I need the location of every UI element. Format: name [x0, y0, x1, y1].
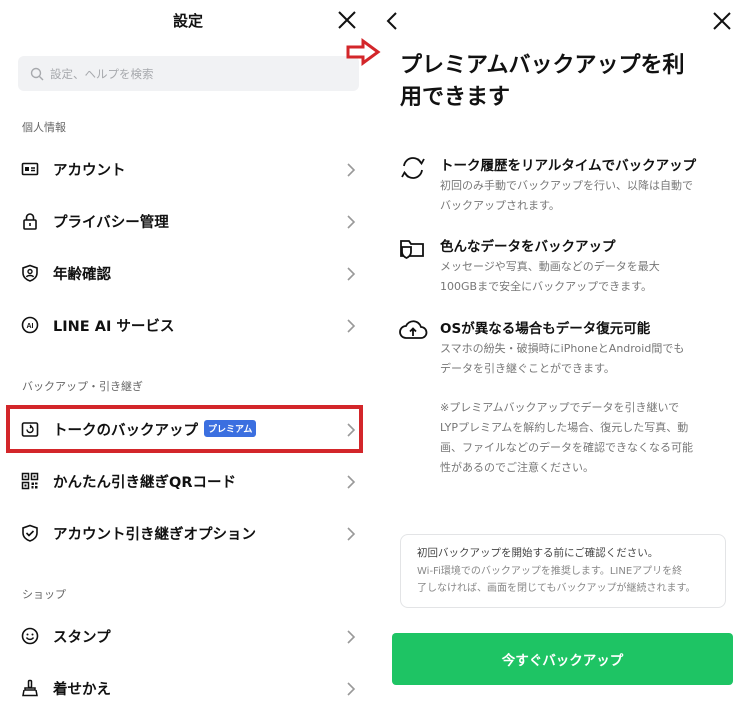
menu-label: トークのバックアップ プレミアム: [53, 419, 257, 440]
chevron-right-icon: [347, 475, 356, 489]
menu-label: スタンプ: [53, 629, 111, 646]
backup-now-button[interactable]: 今すぐバックアップ: [392, 633, 733, 685]
feature-cross-os: OSが異なる場合もデータ復元可能 スマホの紛失・破損時にiPhoneとAndro…: [376, 317, 752, 381]
feature-desc: 初回のみ手動でバックアップを行い、以降は自動で バックアップされます。: [440, 176, 730, 216]
section-backup: バックアップ・引き継ぎ: [22, 380, 143, 393]
chevron-right-icon: [347, 215, 356, 229]
smiley-icon: [21, 627, 39, 645]
menu-label: アカウント引き継ぎオプション: [53, 526, 256, 543]
note-line: 性があるのでご注意ください。: [440, 461, 594, 474]
menu-label: プライバシー管理: [53, 214, 169, 231]
lock-icon: [23, 213, 37, 230]
feature-various-data: 色んなデータをバックアップ メッセージや写真、動画などのデータを最大 100GB…: [376, 235, 752, 299]
note-line: LYPプレミアムを解約した場合、復元した写真、動: [440, 421, 689, 434]
menu-item-line-ai[interactable]: AI LINE AI サービス: [0, 299, 376, 351]
chevron-right-icon: [347, 630, 356, 644]
feature-realtime-backup: トーク履歴をリアルタイムでバックアップ 初回のみ手動でバックアップを行い、以降は…: [376, 154, 752, 218]
cloud-upload-icon: [399, 320, 428, 339]
premium-badge: プレミアム: [204, 420, 257, 437]
chevron-right-icon: [347, 319, 356, 333]
section-shop: ショップ: [22, 588, 66, 601]
feature-desc: スマホの紛失・破損時にiPhoneとAndroid間でも データを引き継ぐことが…: [440, 339, 730, 379]
menu-item-transfer-options[interactable]: アカウント引き継ぎオプション: [0, 507, 376, 559]
chevron-right-icon: [347, 682, 356, 696]
search-icon: [30, 67, 44, 80]
page-heading: プレミアムバックアップを利 用できます: [400, 50, 730, 114]
desc-line: スマホの紛失・破損時にiPhoneとAndroid間でも: [440, 342, 685, 355]
menu-label: LINE AI サービス: [53, 318, 175, 335]
ai-icon: AI: [21, 316, 39, 334]
menu-item-talk-backup[interactable]: トークのバックアップ プレミアム: [0, 403, 376, 455]
premium-note: ※プレミアムバックアップでデータを引き継いで LYPプレミアムを解約した場合、復…: [440, 398, 730, 478]
feature-title: OSが異なる場合もデータ復元可能: [440, 321, 651, 337]
menu-item-age-verification[interactable]: 年齢確認: [0, 247, 376, 299]
search-input[interactable]: 設定、ヘルプを検索: [18, 56, 359, 91]
note-line: ※プレミアムバックアップでデータを引き継いで: [440, 401, 680, 414]
info-box: 初回バックアップを開始する前にご確認ください。 Wi-Fi環境でのバックアップを…: [400, 534, 726, 608]
shield-check-icon: [22, 524, 38, 542]
chevron-right-icon: [347, 423, 356, 437]
info-line: 了しなければ、画面を閉じてもバックアップが継続されます。: [417, 583, 696, 594]
folder-shield-icon: [400, 240, 424, 260]
back-icon[interactable]: [384, 10, 400, 32]
menu-item-theme[interactable]: 着せかえ: [0, 662, 376, 714]
feature-title: トーク履歴をリアルタイムでバックアップ: [440, 158, 697, 174]
desc-line: バックアップされます。: [440, 199, 560, 212]
info-text: Wi-Fi環境でのバックアップを推奨します。LINEアプリを終 了しなければ、画…: [417, 563, 709, 597]
desc-line: データを引き継ぐことができます。: [440, 362, 615, 375]
talk-backup-label: トークのバックアップ: [53, 422, 198, 439]
desc-line: メッセージや写真、動画などのデータを最大: [440, 260, 660, 273]
close-icon[interactable]: [336, 9, 358, 31]
menu-label: 着せかえ: [53, 681, 111, 698]
id-card-icon: [21, 162, 39, 176]
qr-code-icon: [21, 472, 39, 490]
info-line: Wi-Fi環境でのバックアップを推奨します。LINEアプリを終: [417, 566, 683, 577]
menu-label: かんたん引き継ぎQRコード: [53, 474, 236, 491]
feature-desc: メッセージや写真、動画などのデータを最大 100GBまで安全にバックアップできま…: [440, 257, 730, 297]
chevron-right-icon: [347, 163, 356, 177]
search-placeholder: 設定、ヘルプを検索: [50, 66, 154, 81]
heading-line: 用できます: [400, 85, 511, 110]
note-line: 画、ファイルなどのデータを確認できなくなる可能: [440, 441, 693, 454]
desc-line: 100GBまで安全にバックアップできます。: [440, 280, 652, 293]
brush-icon: [22, 679, 38, 697]
desc-line: 初回のみ手動でバックアップを行い、以降は自動で: [440, 179, 693, 192]
close-icon[interactable]: [711, 10, 733, 32]
info-title: 初回バックアップを開始する前にご確認ください。: [417, 547, 659, 559]
menu-item-privacy[interactable]: プライバシー管理: [0, 195, 376, 247]
arrow-right-icon: [346, 38, 381, 66]
sync-icon: [401, 157, 425, 179]
chevron-right-icon: [347, 527, 356, 541]
chevron-right-icon: [347, 267, 356, 281]
section-personal: 個人情報: [22, 121, 66, 134]
menu-label: アカウント: [53, 162, 126, 179]
menu-item-account[interactable]: アカウント: [0, 143, 376, 195]
premium-backup-panel: プレミアムバックアップを利 用できます トーク履歴をリアルタイムでバックアップ …: [376, 0, 752, 727]
menu-item-stamp[interactable]: スタンプ: [0, 610, 376, 662]
feature-title: 色んなデータをバックアップ: [440, 239, 616, 255]
shield-user-icon: [22, 264, 38, 282]
menu-label: 年齢確認: [53, 266, 111, 283]
page-title: 設定: [172, 12, 203, 30]
heading-line: プレミアムバックアップを利: [400, 53, 685, 78]
menu-item-qr-transfer[interactable]: かんたん引き継ぎQRコード: [0, 455, 376, 507]
svg-text:AI: AI: [27, 323, 34, 330]
backup-icon: [21, 422, 39, 437]
settings-panel: 設定 設定、ヘルプを検索 個人情報 アカウント プライバシー管理 年齢確認 AI…: [0, 0, 376, 727]
